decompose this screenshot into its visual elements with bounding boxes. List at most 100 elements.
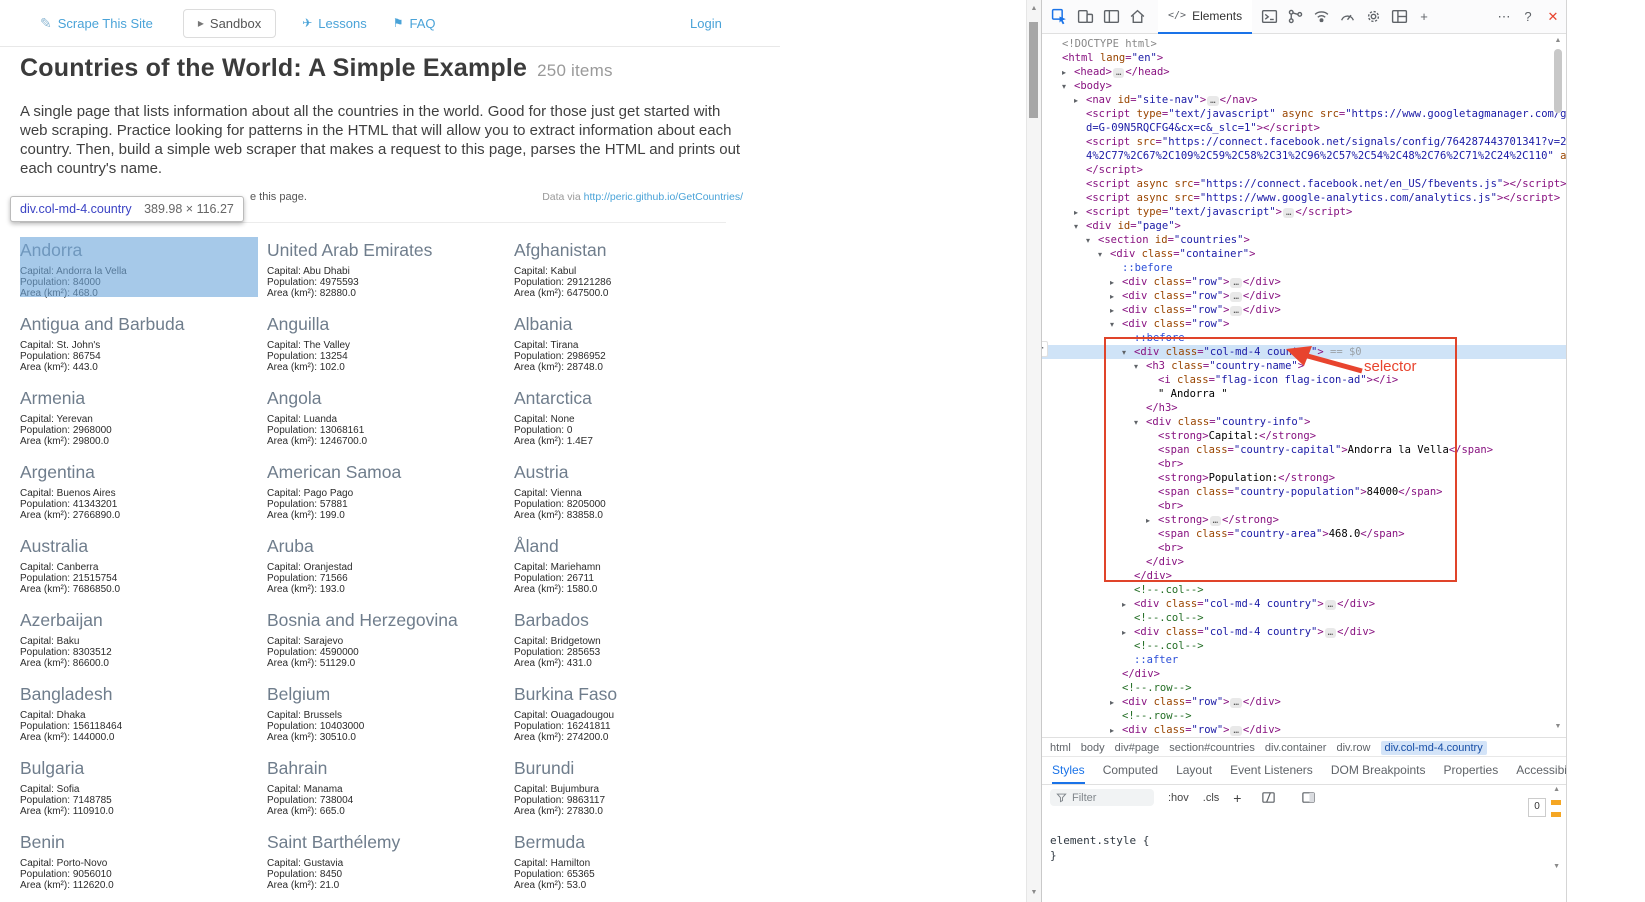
scroll-down-icon[interactable]: ▼ (1027, 886, 1041, 900)
dom-tree-line[interactable]: ▸<div class="row">…</div> (1042, 723, 1566, 737)
collapse-arrow-icon[interactable]: ▾ (1098, 248, 1110, 262)
dom-tree-line[interactable]: <i class="flag-icon flag-icon-ad"></i> (1042, 373, 1566, 387)
collapse-arrow-icon[interactable]: ▾ (1074, 220, 1086, 234)
expand-ellipsis-button[interactable]: … (1207, 96, 1218, 106)
dom-tree-line[interactable]: <!--.col--> (1042, 639, 1566, 653)
scroll-up-icon[interactable]: ▲ (1027, 2, 1041, 16)
dom-tree-line[interactable]: <script async src="https://connect.faceb… (1042, 177, 1566, 191)
rendering-emulation-icon[interactable] (1255, 786, 1281, 810)
dom-tree-line[interactable]: </div> (1042, 667, 1566, 681)
collapse-arrow-icon[interactable]: ▾ (1134, 416, 1146, 430)
dom-tree-line[interactable]: 4%2C77%2C67%2C109%2C59%2C58%2C31%2C96%2C… (1042, 149, 1566, 163)
nav-item-sandbox[interactable]: ▸Sandbox (183, 9, 276, 38)
collapse-arrow-icon[interactable]: ▾ (1122, 346, 1134, 360)
dom-tree-line[interactable]: ▸<div class="col-md-4 country">…</div> (1042, 597, 1566, 611)
computed-sidebar-icon[interactable] (1295, 786, 1321, 810)
scroll-up-icon[interactable]: ▲ (1552, 35, 1564, 47)
tab-accessibility[interactable]: Accessibility (1516, 757, 1566, 784)
collapse-arrow-icon[interactable]: ▾ (1110, 318, 1122, 332)
dom-tree-line[interactable]: d=G-09N5RQCFG4&cx=c&_slc=1"></script> (1042, 121, 1566, 135)
expand-arrow-icon[interactable]: ▸ (1074, 94, 1086, 108)
expand-ellipsis-button[interactable]: … (1230, 698, 1241, 708)
dom-tree-line[interactable]: <!DOCTYPE html> (1042, 37, 1566, 51)
collapse-arrow-icon[interactable]: ▾ (1062, 80, 1074, 94)
expand-ellipsis-button[interactable]: … (1230, 726, 1241, 736)
dom-tree-line[interactable]: </div> (1042, 569, 1566, 583)
tab-event-listeners[interactable]: Event Listeners (1230, 757, 1313, 784)
page-scrollbar[interactable]: ▲ ▼ (1026, 0, 1041, 902)
dom-scrollbar-thumb[interactable] (1554, 49, 1562, 113)
dom-tree-line[interactable]: <span class="country-population">84000</… (1042, 485, 1566, 499)
dom-tree-line[interactable]: <script type="text/javascript" async src… (1042, 107, 1566, 121)
dom-tree-line[interactable]: ▸<div class="row">…</div> (1042, 303, 1566, 317)
tab-styles[interactable]: Styles (1052, 757, 1085, 784)
breadcrumb-item[interactable]: div#page (1115, 742, 1160, 754)
dom-tree-line[interactable]: <script async src="https://www.google-an… (1042, 191, 1566, 205)
tab-layout[interactable]: Layout (1176, 757, 1212, 784)
dom-tree-line[interactable]: <!--.col--> (1042, 583, 1566, 597)
tab-properties[interactable]: Properties (1444, 757, 1499, 784)
network-icon[interactable] (1308, 5, 1334, 29)
dom-tree-line[interactable]: </script> (1042, 163, 1566, 177)
tab-computed[interactable]: Computed (1103, 757, 1158, 784)
dom-tree-line[interactable]: <br> (1042, 457, 1566, 471)
expand-ellipsis-button[interactable]: … (1113, 68, 1124, 78)
expand-arrow-icon[interactable]: ▸ (1062, 66, 1074, 80)
dom-tree-line[interactable]: <script src="https://connect.facebook.ne… (1042, 135, 1566, 149)
dom-tree-line[interactable]: </div> (1042, 555, 1566, 569)
help-button[interactable]: ? (1516, 9, 1540, 24)
expand-ellipsis-button[interactable]: … (1230, 292, 1241, 302)
dom-tree-line[interactable]: ▸<div class="row">…</div> (1042, 275, 1566, 289)
dom-tree-line[interactable]: ::before (1042, 261, 1566, 275)
expand-ellipsis-button[interactable]: … (1283, 208, 1294, 218)
console-icon[interactable] (1256, 5, 1282, 29)
dom-tree-line[interactable]: <!--.row--> (1042, 709, 1566, 723)
layout-icon[interactable] (1386, 5, 1412, 29)
dom-tree-line[interactable]: <br> (1042, 499, 1566, 513)
dom-tree-line[interactable]: ▸<div class="row">…</div> (1042, 289, 1566, 303)
nav-item-lessons[interactable]: ✈Lessons (302, 16, 366, 31)
dom-tree-line[interactable]: <!--.col--> (1042, 611, 1566, 625)
expand-arrow-icon[interactable]: ▸ (1122, 598, 1134, 612)
more-options-button[interactable]: ⋯ (1492, 9, 1516, 25)
dom-tree-line[interactable]: ::before (1042, 331, 1566, 345)
expand-arrow-icon[interactable]: ▸ (1074, 206, 1086, 220)
dom-tree-line[interactable]: ▸<strong>…</strong> (1042, 513, 1566, 527)
dom-tree-line[interactable]: ▾<body> (1042, 79, 1566, 93)
breadcrumb-item[interactable]: body (1081, 742, 1105, 754)
expand-ellipsis-button[interactable]: … (1230, 278, 1241, 288)
dom-tree-line-selected[interactable]: ▾<div class="col-md-4 country"> == $0 (1042, 345, 1566, 359)
dom-tree-line[interactable]: <strong>Capital:</strong> (1042, 429, 1566, 443)
dom-tree-line[interactable]: <span class="country-area">468.0</span> (1042, 527, 1566, 541)
scroll-up-icon[interactable]: ▲ (1553, 786, 1560, 793)
dom-tree-line[interactable]: <strong>Population:</strong> (1042, 471, 1566, 485)
breadcrumb-item[interactable]: html (1050, 742, 1071, 754)
dom-tree-line[interactable]: ▾<section id="countries"> (1042, 233, 1566, 247)
dom-tree-line[interactable]: ▸<nav id="site-nav">…</nav> (1042, 93, 1566, 107)
settings-icon[interactable] (1360, 5, 1386, 29)
breadcrumb-item[interactable]: div.row (1336, 742, 1370, 754)
device-emulation-icon[interactable] (1072, 5, 1098, 29)
class-toggle-button[interactable]: .cls (1203, 792, 1220, 804)
dom-tree-line[interactable]: ▸<div class="row">…</div> (1042, 695, 1566, 709)
new-style-rule-button[interactable]: + (1233, 790, 1241, 806)
dom-tree-line[interactable]: ▾<h3 class="country-name"> (1042, 359, 1566, 373)
dom-tree-line[interactable]: <!--.row--> (1042, 681, 1566, 695)
dom-tree-line[interactable]: ▸<script type="text/javascript">…</scrip… (1042, 205, 1566, 219)
data-via-link[interactable]: http://peric.github.io/GetCountries/ (584, 191, 743, 203)
dom-tree-line[interactable]: <html lang="en"> (1042, 51, 1566, 65)
dom-tree-line[interactable]: <br> (1042, 541, 1566, 555)
scroll-down-icon[interactable]: ▼ (1552, 721, 1564, 733)
expand-ellipsis-button[interactable]: … (1325, 600, 1336, 610)
dom-tree-line[interactable]: ▾<div id="page"> (1042, 219, 1566, 233)
element-style-rule-open[interactable]: element.style { (1050, 833, 1566, 848)
dom-tree-line[interactable]: ▸<head>…</head> (1042, 65, 1566, 79)
breadcrumb-item[interactable]: div.col-md-4.country (1381, 741, 1487, 755)
close-devtools-button[interactable]: ✕ (1540, 9, 1566, 25)
performance-icon[interactable] (1334, 5, 1360, 29)
tab-elements[interactable]: </> Elements (1158, 0, 1252, 34)
expand-ellipsis-button[interactable]: … (1230, 306, 1241, 316)
expand-arrow-icon[interactable]: ▸ (1110, 696, 1122, 710)
expand-arrow-icon[interactable]: ▸ (1122, 626, 1134, 640)
activity-bar-icon[interactable] (1098, 5, 1124, 29)
